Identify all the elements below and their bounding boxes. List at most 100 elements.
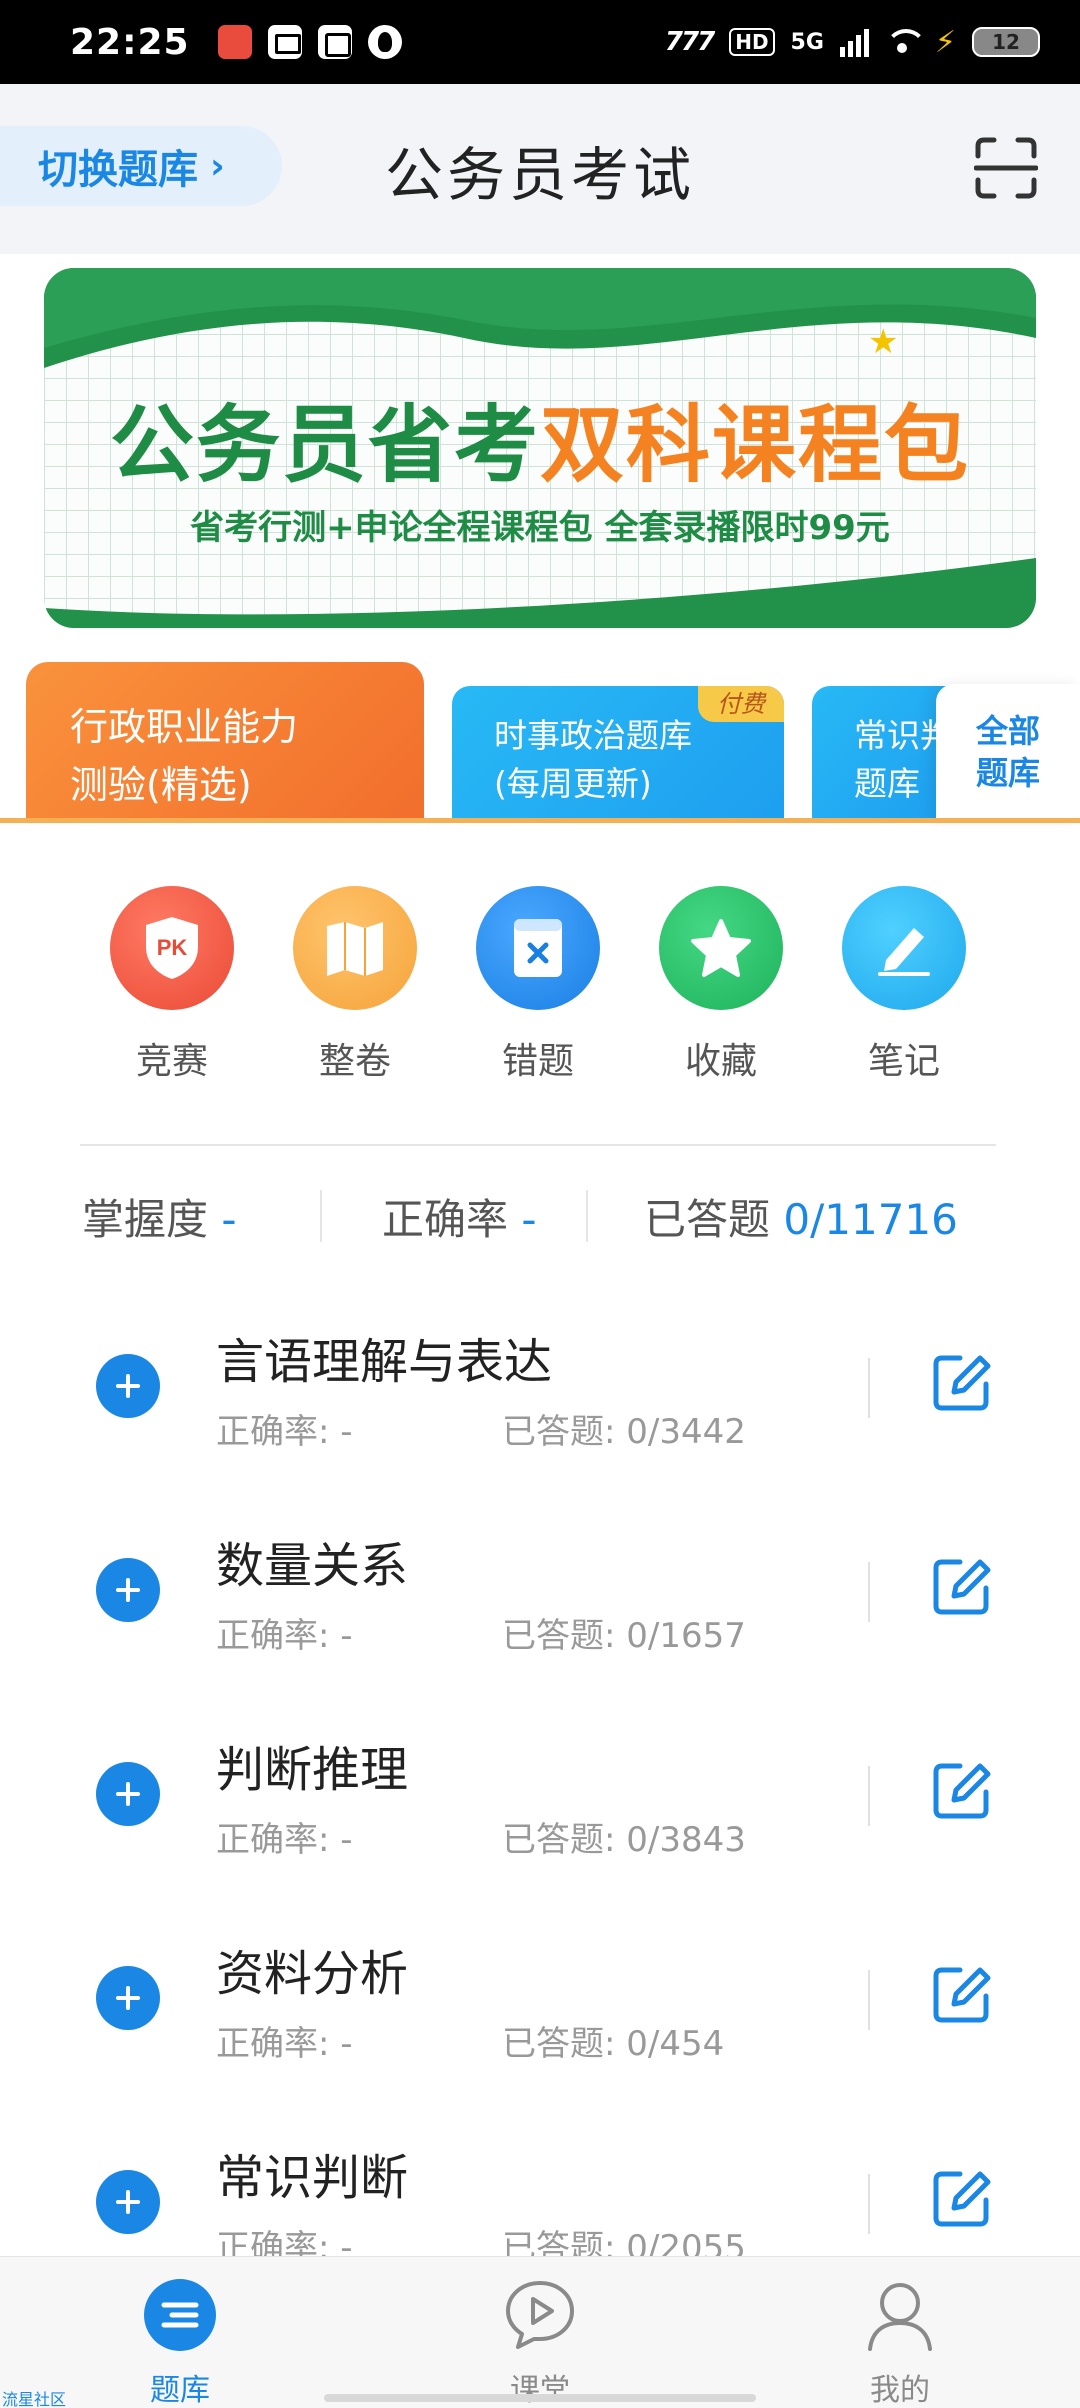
app-screen: 22:25 777 HD 5G ⚡ 12 切换题库 › 公务员考试 ★ 公务员省… xyxy=(0,0,1080,2408)
watermark: 流星社区 xyxy=(2,2390,67,2408)
subject-row[interactable]: 资料分析 正确率: - 已答题: 0/454 xyxy=(0,1912,1080,2092)
subject-accuracy: 正确率: - xyxy=(216,1820,353,1860)
subject-row[interactable]: 言语理解与表达 正确率: - 已答题: 0/3442 xyxy=(0,1300,1080,1480)
subject-accuracy: 正确率: - xyxy=(216,2024,353,2064)
expand-plus-icon[interactable] xyxy=(96,1966,160,2030)
home-indicator[interactable] xyxy=(324,2394,756,2402)
subject-answered: 已答题: 0/454 xyxy=(502,2024,725,2064)
row-separator xyxy=(868,1766,870,1826)
section-divider xyxy=(80,1144,996,1146)
edit-practice-icon[interactable] xyxy=(930,1556,992,1618)
qq-notification-icon xyxy=(367,25,402,59)
category-cards: 行政职业能力 测验(精选) 付费 时事政治题库 (每周更新) 常识判 题库 全部… xyxy=(0,660,1080,820)
stat-answered: 已答题 0/11716 xyxy=(644,1186,958,1247)
app-notification-icon xyxy=(217,25,252,59)
quick-action-label: 收藏 xyxy=(684,1041,757,1082)
status-bar: 22:25 777 HD 5G ⚡ 12 xyxy=(0,0,1080,84)
subject-accuracy: 正确率: - xyxy=(216,1412,353,1452)
expand-plus-icon[interactable] xyxy=(96,1354,160,1418)
subject-answered: 已答题: 0/3442 xyxy=(502,1412,746,1452)
card-underline xyxy=(0,818,1080,823)
subject-name: 言语理解与表达 xyxy=(216,1334,553,1390)
edit-practice-icon[interactable] xyxy=(930,1964,992,2026)
card-line: 测验(精选) xyxy=(70,763,252,807)
scan-icon[interactable] xyxy=(974,136,1038,200)
nav-tab-question-bank[interactable]: 题库 xyxy=(80,2277,280,2408)
svg-text:PK: PK xyxy=(157,935,188,960)
star-decoration-icon: ★ xyxy=(868,322,899,362)
subject-name: 常识判断 xyxy=(216,2150,409,2206)
gallery-notification-icon xyxy=(267,25,302,59)
quick-action-wrong-questions[interactable]: 错题 xyxy=(458,886,618,1084)
quick-action-label: 整卷 xyxy=(318,1041,391,1082)
banner-title-orange: 双科课程包 xyxy=(540,396,971,494)
quick-action-contest[interactable]: PK 竞赛 xyxy=(92,886,252,1084)
quick-action-label: 竞赛 xyxy=(135,1041,208,1082)
quick-action-notes[interactable]: 笔记 xyxy=(824,886,984,1084)
stat-separator xyxy=(586,1190,588,1242)
page-title: 公务员考试 xyxy=(384,141,695,209)
stat-label: 正确率 xyxy=(382,1195,509,1244)
all-banks-line1: 全部 xyxy=(975,712,1040,750)
edit-practice-icon[interactable] xyxy=(930,2168,992,2230)
stat-accuracy: 正确率 - xyxy=(382,1186,537,1247)
notification-icons xyxy=(217,25,402,59)
subject-name: 判断推理 xyxy=(216,1742,409,1798)
nav-tab-profile[interactable]: 我的 xyxy=(800,2277,1000,2408)
category-card-admin-ability[interactable]: 行政职业能力 测验(精选) xyxy=(26,662,424,820)
promo-banner[interactable]: ★ 公务员省考双科课程包 省考行测+申论全程课程包 全套录播限时99元 xyxy=(44,268,1036,628)
quick-action-label: 错题 xyxy=(501,1041,574,1082)
all-banks-line2: 题库 xyxy=(975,754,1040,792)
banner-title: 公务员省考双科课程包 xyxy=(44,378,1036,499)
subject-name: 资料分析 xyxy=(216,1946,409,2002)
user-icon xyxy=(868,2283,932,2351)
expand-plus-icon[interactable] xyxy=(96,2170,160,2234)
quick-action-full-paper[interactable]: 整卷 xyxy=(275,886,435,1084)
banner-title-green: 公务员省考 xyxy=(109,396,540,494)
category-card-current-affairs[interactable]: 付费 时事政治题库 (每周更新) xyxy=(452,686,784,820)
pen-icon xyxy=(842,886,966,1010)
app-header: 切换题库 › 公务员考试 xyxy=(0,84,1080,254)
stat-label: 已答题 xyxy=(644,1195,771,1244)
subject-row[interactable]: 数量关系 正确率: - 已答题: 0/1657 xyxy=(0,1504,1080,1684)
battery-icon: 12 xyxy=(972,27,1040,57)
hd-icon: HD xyxy=(729,28,775,56)
nav-tab-classroom[interactable]: 课堂 xyxy=(440,2277,640,2408)
signal-label: 5G xyxy=(790,29,824,55)
subject-answered: 已答题: 0/3843 xyxy=(502,1820,746,1860)
quick-action-favorites[interactable]: 收藏 xyxy=(641,886,801,1084)
stat-separator xyxy=(320,1190,322,1242)
star-icon xyxy=(659,886,783,1010)
wrong-note-icon xyxy=(476,886,600,1010)
status-time: 22:25 xyxy=(70,21,190,63)
play-bubble-icon xyxy=(506,2281,574,2349)
subject-accuracy: 正确率: - xyxy=(216,1616,353,1656)
edit-practice-icon[interactable] xyxy=(930,1760,992,1822)
subject-answered: 已答题: 0/1657 xyxy=(502,1616,746,1656)
wifi-icon xyxy=(884,29,927,55)
expand-plus-icon[interactable] xyxy=(96,1762,160,1826)
category-card-common-sense[interactable]: 常识判 题库 xyxy=(812,686,952,820)
row-separator xyxy=(868,1562,870,1622)
progress-stats: 掌握度 - 正确率 - 已答题 0/11716 xyxy=(0,1186,1080,1256)
row-separator xyxy=(868,2174,870,2234)
signal-icon xyxy=(839,27,869,57)
nav-label: 题库 xyxy=(150,2373,210,2408)
row-separator xyxy=(868,1358,870,1418)
banner-subtitle: 省考行测+申论全程课程包 全套录播限时99元 xyxy=(190,508,890,548)
charging-icon: ⚡ xyxy=(934,24,956,60)
card-line: 行政职业能力 xyxy=(70,705,299,749)
quick-action-label: 笔记 xyxy=(867,1041,940,1082)
edit-practice-icon[interactable] xyxy=(930,1352,992,1414)
all-banks-button[interactable]: 全部 题库 xyxy=(936,684,1080,820)
stat-value: - xyxy=(521,1195,537,1244)
status-indicators: 777 HD 5G ⚡ 12 xyxy=(665,25,1040,60)
paid-badge: 付费 xyxy=(698,686,784,722)
carrier-logo: 777 xyxy=(664,27,715,57)
card-line: (每周更新) xyxy=(494,764,652,803)
expand-plus-icon[interactable] xyxy=(96,1558,160,1622)
subject-row[interactable]: 判断推理 正确率: - 已答题: 0/3843 xyxy=(0,1708,1080,1888)
nav-label: 我的 xyxy=(870,2373,930,2408)
subject-name: 数量关系 xyxy=(216,1538,409,1594)
list-icon xyxy=(144,2279,216,2351)
